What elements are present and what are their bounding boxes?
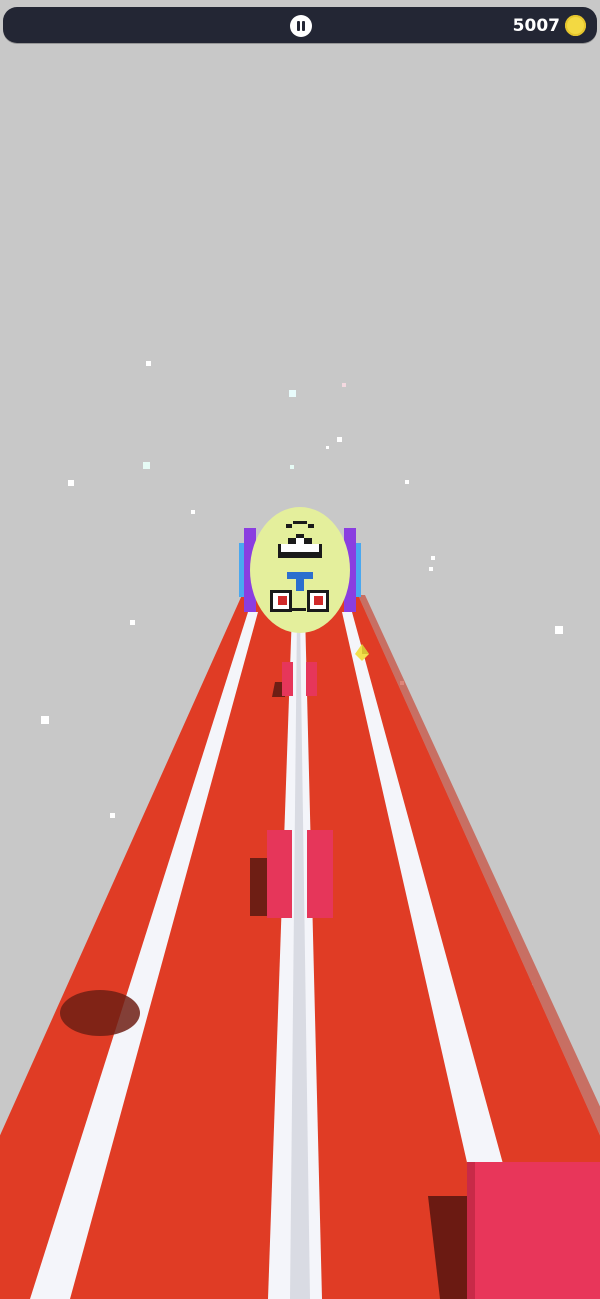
pause-icon: [297, 21, 300, 31]
game-screen[interactable]: 5007: [0, 0, 600, 1299]
hole-shadow: [60, 990, 140, 1036]
pause-icon-bar: [302, 21, 305, 31]
coin-count: 5007: [512, 16, 560, 36]
game-scene[interactable]: [0, 0, 600, 1299]
obstacle-near: [467, 1162, 600, 1299]
coin-icon: [565, 15, 586, 36]
pause-button[interactable]: [290, 15, 312, 37]
